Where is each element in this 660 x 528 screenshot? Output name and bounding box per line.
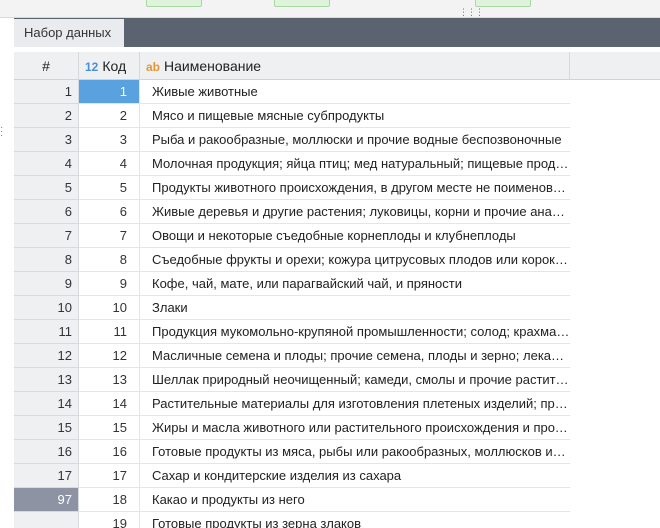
code-cell[interactable]: 1 bbox=[79, 80, 140, 104]
side-splitter-icon[interactable]: · · · bbox=[0, 123, 10, 141]
row-number[interactable]: 11 bbox=[14, 320, 79, 344]
table-row[interactable]: 15 15 Жиры и масла животного или раститель… bbox=[14, 416, 660, 440]
code-cell[interactable]: 19 bbox=[79, 512, 140, 528]
code-cell[interactable]: 9 bbox=[79, 272, 140, 296]
code-cell[interactable]: 3 bbox=[79, 128, 140, 152]
top-toolbar-strip: ⋮⋮⋮ bbox=[0, 0, 660, 18]
name-cell[interactable]: Готовые продукты из зерна злаков bbox=[140, 512, 570, 528]
table-row[interactable]: 3 3 Рыба и ракообразные, моллюски и прочие… bbox=[14, 128, 660, 152]
row-number[interactable]: 16 bbox=[14, 440, 79, 464]
code-cell[interactable]: 12 bbox=[79, 344, 140, 368]
code-cell[interactable]: 16 bbox=[79, 440, 140, 464]
row-number[interactable]: 14 bbox=[14, 392, 79, 416]
name-cell[interactable]: Живые деревья и другие растения; луковиц… bbox=[140, 200, 570, 224]
table-row[interactable]: 6 6 Живые деревья и другие растения; луков… bbox=[14, 200, 660, 224]
row-number[interactable]: 5 bbox=[14, 176, 79, 200]
code-cell[interactable]: 17 bbox=[79, 464, 140, 488]
table-row[interactable]: 13 13 Шеллак природный неочищенный; камеди… bbox=[14, 368, 660, 392]
row-number[interactable]: 1 bbox=[14, 80, 79, 104]
splitter-handle-icon[interactable]: ⋮⋮⋮ bbox=[459, 8, 484, 17]
name-cell[interactable]: Продукция мукомольно-крупяной промышленн… bbox=[140, 320, 570, 344]
code-cell[interactable]: 4 bbox=[79, 152, 140, 176]
table-row[interactable]: 16 16 Готовые продукты из мяса, рыбы или р… bbox=[14, 440, 660, 464]
table-row[interactable]: 7 7 Овощи и некоторые съедобные корнеплоды… bbox=[14, 224, 660, 248]
row-number[interactable]: 10 bbox=[14, 296, 79, 320]
row-number[interactable]: 97 bbox=[14, 488, 79, 512]
table-row[interactable]: 10 10 Злаки bbox=[14, 296, 660, 320]
row-number[interactable]: 9 bbox=[14, 272, 79, 296]
code-cell[interactable]: 6 bbox=[79, 200, 140, 224]
name-cell[interactable]: Жиры и масла животного или растительного… bbox=[140, 416, 570, 440]
name-cell[interactable]: Рыба и ракообразные, моллюски и прочие в… bbox=[140, 128, 570, 152]
toolbar-button-2[interactable] bbox=[274, 0, 330, 7]
code-cell[interactable]: 5 bbox=[79, 176, 140, 200]
table-row[interactable]: 5 5 Продукты животного происхождения, в др… bbox=[14, 176, 660, 200]
row-number[interactable]: 13 bbox=[14, 368, 79, 392]
data-grid: # 12 Код ab Наименование 1 1 Живые животные … bbox=[14, 52, 660, 528]
table-row[interactable]: 11 11 Продукция мукомольно-крупяной промыш… bbox=[14, 320, 660, 344]
grid-header: # 12 Код ab Наименование bbox=[14, 52, 660, 80]
tab-bar: Набор данных bbox=[14, 18, 660, 47]
code-cell[interactable]: 2 bbox=[79, 104, 140, 128]
code-cell[interactable]: 14 bbox=[79, 392, 140, 416]
code-cell[interactable]: 13 bbox=[79, 368, 140, 392]
name-cell[interactable]: Овощи и некоторые съедобные корнеплоды и… bbox=[140, 224, 570, 248]
code-cell[interactable]: 15 bbox=[79, 416, 140, 440]
name-cell[interactable]: Растительные материалы для изготовления … bbox=[140, 392, 570, 416]
name-cell[interactable]: Готовые продукты из мяса, рыбы или ракоо… bbox=[140, 440, 570, 464]
name-cell[interactable]: Молочная продукция; яйца птиц; мед натур… bbox=[140, 152, 570, 176]
tab-dataset[interactable]: Набор данных bbox=[14, 19, 124, 47]
column-header-code[interactable]: 12 Код bbox=[79, 52, 140, 80]
table-row[interactable]: 2 2 Мясо и пищевые мясные субпродукты bbox=[14, 104, 660, 128]
row-number[interactable]: 12 bbox=[14, 344, 79, 368]
table-row[interactable]: 19 Готовые продукты из зерна злаков bbox=[14, 512, 660, 528]
table-row[interactable]: 17 17 Сахар и кондитерские изделия из саха… bbox=[14, 464, 660, 488]
column-header-empty bbox=[570, 52, 660, 80]
row-number[interactable]: 7 bbox=[14, 224, 79, 248]
numeric-type-icon: 12 bbox=[85, 60, 99, 74]
name-cell[interactable]: Кофе, чай, мате, или парагвайский чай, и… bbox=[140, 272, 570, 296]
toolbar-button-1[interactable] bbox=[146, 0, 202, 7]
table-row[interactable]: 4 4 Молочная продукция; яйца птиц; мед нат… bbox=[14, 152, 660, 176]
name-cell[interactable]: Продукты животного происхождения, в друг… bbox=[140, 176, 570, 200]
name-cell[interactable]: Мясо и пищевые мясные субпродукты bbox=[140, 104, 570, 128]
column-header-name[interactable]: ab Наименование bbox=[140, 52, 570, 80]
name-cell[interactable]: Сахар и кондитерские изделия из сахара bbox=[140, 464, 570, 488]
text-type-icon: ab bbox=[146, 60, 161, 74]
row-number[interactable]: 2 bbox=[14, 104, 79, 128]
name-cell[interactable]: Какао и продукты из него bbox=[140, 488, 570, 512]
row-number[interactable]: 3 bbox=[14, 128, 79, 152]
table-row[interactable]: 97 18 Какао и продукты из него bbox=[14, 488, 660, 512]
toolbar-button-3[interactable] bbox=[475, 0, 531, 7]
code-cell[interactable]: 7 bbox=[79, 224, 140, 248]
table-row[interactable]: 8 8 Съедобные фрукты и орехи; кожура цитру… bbox=[14, 248, 660, 272]
name-cell[interactable]: Масличные семена и плоды; прочие семена,… bbox=[140, 344, 570, 368]
grid-rows: 1 1 Живые животные 2 2 Мясо и пищевые мясные… bbox=[14, 80, 660, 528]
row-number[interactable]: 4 bbox=[14, 152, 79, 176]
table-row[interactable]: 12 12 Масличные семена и плоды; прочие сем… bbox=[14, 344, 660, 368]
table-row[interactable]: 9 9 Кофе, чай, мате, или парагвайский чай,… bbox=[14, 272, 660, 296]
column-header-code-label: Код bbox=[102, 58, 127, 74]
column-header-row-number[interactable]: # bbox=[14, 52, 79, 80]
code-cell[interactable]: 11 bbox=[79, 320, 140, 344]
row-number[interactable]: 15 bbox=[14, 416, 79, 440]
code-cell[interactable]: 8 bbox=[79, 248, 140, 272]
column-header-name-label: Наименование bbox=[164, 58, 262, 74]
table-row[interactable]: 14 14 Растительные материалы для изготовле… bbox=[14, 392, 660, 416]
name-cell[interactable]: Шеллак природный неочищенный; камеди, см… bbox=[140, 368, 570, 392]
row-number[interactable] bbox=[14, 512, 79, 528]
name-cell[interactable]: Живые животные bbox=[140, 80, 570, 104]
row-number[interactable]: 6 bbox=[14, 200, 79, 224]
row-number[interactable]: 17 bbox=[14, 464, 79, 488]
row-number[interactable]: 8 bbox=[14, 248, 79, 272]
table-row[interactable]: 1 1 Живые животные bbox=[14, 80, 660, 104]
name-cell[interactable]: Злаки bbox=[140, 296, 570, 320]
name-cell[interactable]: Съедобные фрукты и орехи; кожура цитрусо… bbox=[140, 248, 570, 272]
code-cell[interactable]: 10 bbox=[79, 296, 140, 320]
code-cell[interactable]: 18 bbox=[79, 488, 140, 512]
